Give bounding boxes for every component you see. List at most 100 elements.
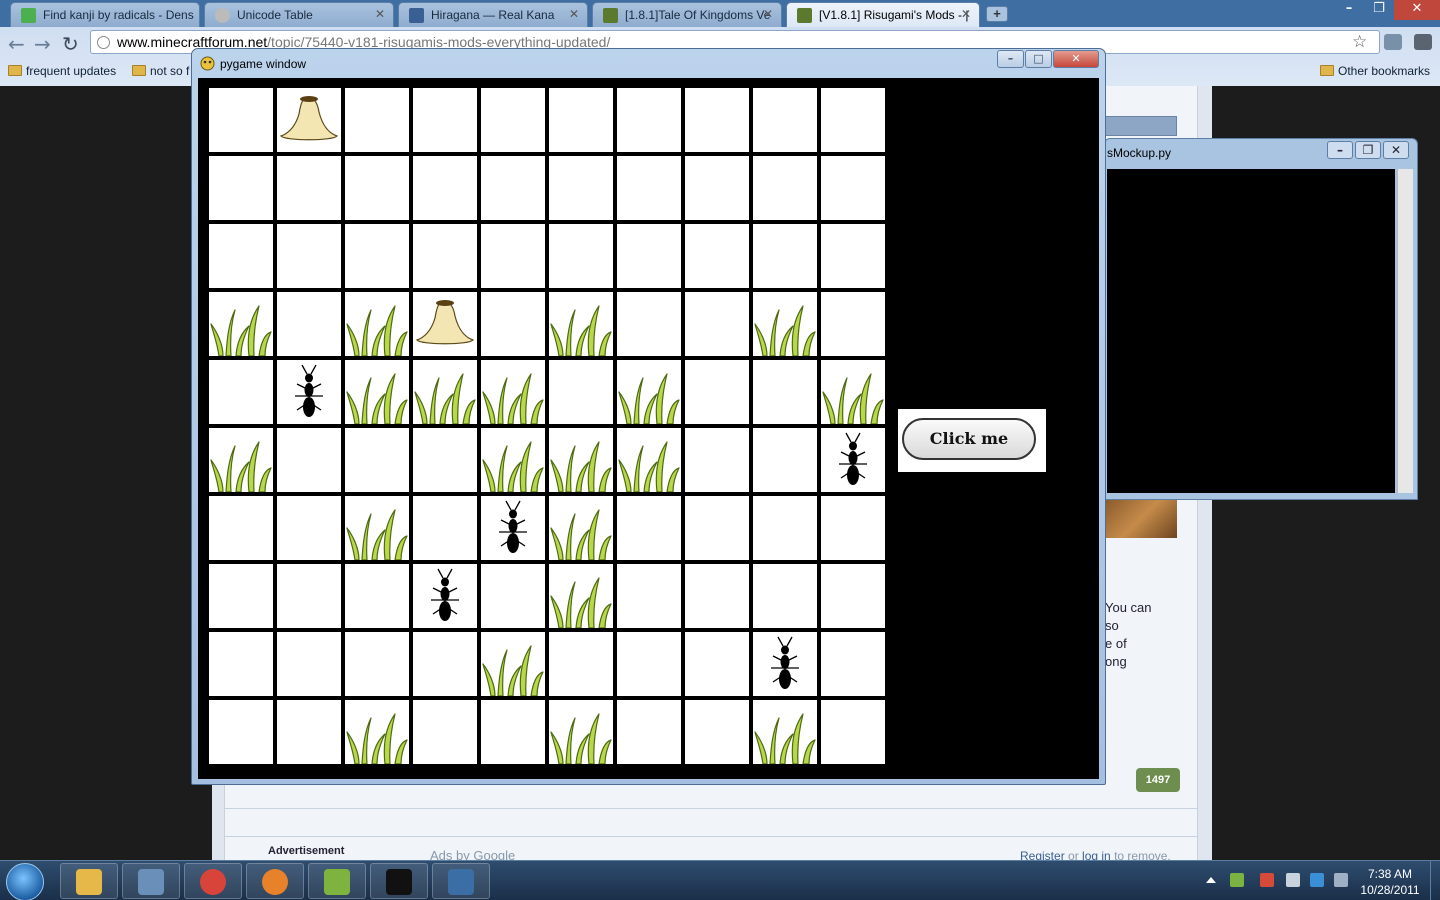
grid-cell[interactable] (345, 564, 409, 628)
grid-cell[interactable] (753, 360, 817, 424)
grid-cell[interactable] (821, 632, 885, 696)
grid-cell[interactable] (753, 700, 817, 764)
grid-cell[interactable] (821, 700, 885, 764)
grid-cell[interactable] (481, 224, 545, 288)
pygame-window[interactable]: pygame window – □ ✕ Click me (191, 48, 1106, 785)
grid-cell[interactable] (345, 156, 409, 220)
close-icon[interactable]: ✕ (763, 7, 773, 21)
grid-cell[interactable] (277, 632, 341, 696)
grid-cell[interactable] (685, 156, 749, 220)
grid-cell[interactable] (209, 632, 273, 696)
action-center-icon[interactable] (1334, 873, 1348, 887)
grid-cell[interactable] (209, 88, 273, 152)
grid-cell[interactable] (821, 428, 885, 492)
grid-cell[interactable] (413, 224, 477, 288)
grid-cell[interactable] (753, 632, 817, 696)
bookmark-folder[interactable]: frequent updates (8, 64, 116, 78)
grid-cell[interactable] (617, 632, 681, 696)
grid-cell[interactable] (413, 428, 477, 492)
tab-tale-of-kingdoms[interactable]: [1.8.1]Tale Of Kingdoms Ve ✕ (592, 2, 782, 27)
grid-cell[interactable] (617, 156, 681, 220)
dropbox-icon[interactable] (1310, 873, 1324, 887)
grid-cell[interactable] (753, 428, 817, 492)
grid-cell[interactable] (481, 564, 545, 628)
grid-cell[interactable] (821, 88, 885, 152)
grid-cell[interactable] (345, 292, 409, 356)
grid-cell[interactable] (617, 700, 681, 764)
grid-cell[interactable] (277, 360, 341, 424)
grid-cell[interactable] (277, 700, 341, 764)
taskbar-app[interactable] (370, 863, 428, 899)
system-clock[interactable]: 7:38 AM 10/28/2011 (1352, 866, 1428, 898)
close-icon[interactable]: ✕ (375, 7, 385, 21)
bookmark-folder[interactable]: not so f (132, 64, 189, 78)
grid-cell[interactable] (617, 88, 681, 152)
grid-cell[interactable] (685, 496, 749, 560)
grid-cell[interactable] (345, 632, 409, 696)
game-grid[interactable] (209, 88, 889, 768)
grid-cell[interactable] (481, 496, 545, 560)
grid-cell[interactable] (549, 564, 613, 628)
grid-cell[interactable] (277, 224, 341, 288)
grid-cell[interactable] (549, 224, 613, 288)
grid-cell[interactable] (617, 224, 681, 288)
start-button[interactable] (6, 863, 44, 900)
maximize-icon[interactable]: ❐ (1355, 141, 1381, 159)
grid-cell[interactable] (685, 428, 749, 492)
taskbar-app[interactable] (60, 863, 118, 899)
maximize-icon[interactable]: ❐ (1364, 0, 1394, 20)
other-bookmarks[interactable]: Other bookmarks (1320, 64, 1430, 78)
new-tab-button[interactable]: + (986, 6, 1008, 22)
grid-cell[interactable] (549, 292, 613, 356)
console-output[interactable] (1107, 169, 1395, 493)
grid-cell[interactable] (753, 88, 817, 152)
grid-cell[interactable] (413, 496, 477, 560)
grid-cell[interactable] (413, 632, 477, 696)
grid-cell[interactable] (345, 224, 409, 288)
grid-cell[interactable] (209, 360, 273, 424)
grid-cell[interactable] (685, 292, 749, 356)
close-icon[interactable]: ✕ (569, 7, 579, 21)
close-icon[interactable]: ✕ (1394, 0, 1440, 20)
wrench-icon[interactable] (1414, 34, 1432, 50)
grid-cell[interactable] (549, 496, 613, 560)
grid-cell[interactable] (345, 496, 409, 560)
grid-cell[interactable] (209, 496, 273, 560)
grid-cell[interactable] (209, 428, 273, 492)
bookmark-star-icon[interactable]: ☆ (1352, 32, 1367, 52)
taskbar-app[interactable] (246, 863, 304, 899)
grid-cell[interactable] (549, 700, 613, 764)
grid-cell[interactable] (549, 360, 613, 424)
back-icon[interactable]: ← (8, 32, 25, 56)
security-tray-icon[interactable] (1260, 873, 1274, 887)
grid-cell[interactable] (345, 700, 409, 764)
reload-icon[interactable]: ↻ (62, 32, 79, 56)
tab-unicode-table[interactable]: Unicode Table ✕ (204, 2, 394, 27)
close-icon[interactable]: ✕ (1383, 141, 1409, 159)
grid-cell[interactable] (753, 564, 817, 628)
grid-cell[interactable] (413, 292, 477, 356)
minimize-icon[interactable]: – (997, 50, 1024, 68)
grid-cell[interactable] (821, 564, 885, 628)
vertical-scrollbar[interactable] (1397, 169, 1413, 493)
grid-cell[interactable] (413, 700, 477, 764)
taskbar-app[interactable] (432, 863, 490, 899)
volume-icon[interactable] (1286, 873, 1300, 887)
grid-cell[interactable] (209, 156, 273, 220)
grid-cell[interactable] (821, 292, 885, 356)
grid-cell[interactable] (277, 88, 341, 152)
network-tray-icon[interactable] (1230, 873, 1244, 887)
grid-cell[interactable] (277, 156, 341, 220)
grid-cell[interactable] (413, 564, 477, 628)
grid-cell[interactable] (617, 428, 681, 492)
grid-cell[interactable] (413, 156, 477, 220)
minimize-icon[interactable]: – (1327, 141, 1353, 159)
grid-cell[interactable] (685, 700, 749, 764)
forward-icon[interactable]: → (34, 32, 51, 56)
grid-cell[interactable] (277, 428, 341, 492)
mockup-console-window[interactable]: sMockup.py – ❐ ✕ (1104, 138, 1418, 500)
grid-cell[interactable] (549, 156, 613, 220)
grid-cell[interactable] (277, 496, 341, 560)
grid-cell[interactable] (345, 88, 409, 152)
grid-cell[interactable] (685, 632, 749, 696)
